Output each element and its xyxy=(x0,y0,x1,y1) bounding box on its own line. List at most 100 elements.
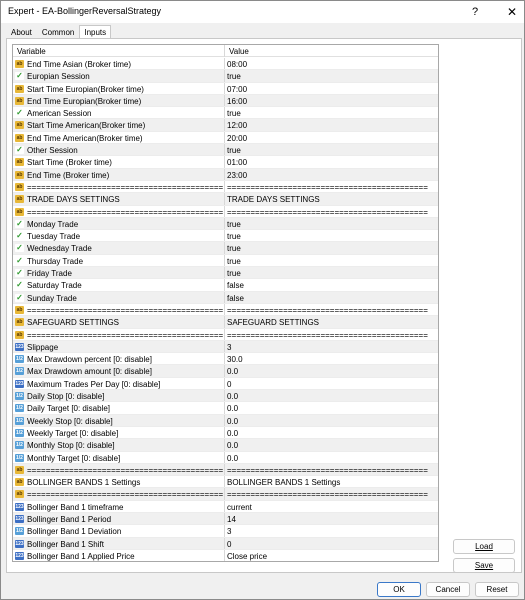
row-value-cell[interactable]: true xyxy=(227,72,431,81)
table-row[interactable]: ab Start Time (Broker time) 01:00 xyxy=(13,156,438,169)
table-row[interactable]: ✓ Europian Session true xyxy=(13,70,438,83)
row-value-cell[interactable]: false xyxy=(227,281,431,290)
table-row[interactable]: 1/2 Monthly Target [0: disable] 0.0 xyxy=(13,451,438,464)
row-value-cell[interactable]: 0.0 xyxy=(227,429,431,438)
row-value-cell[interactable]: 0.0 xyxy=(227,417,431,426)
table-row[interactable]: 1/2 Weekly Stop [0: disable] 0.0 xyxy=(13,414,438,427)
table-row[interactable]: ab ======================================… xyxy=(13,488,438,501)
table-row[interactable]: ab TRADE DAYS SETTINGS TRADE DAYS SETTINGS xyxy=(13,193,438,206)
tab-common[interactable]: Common xyxy=(37,25,79,39)
table-row[interactable]: 123 Bollinger Band 1 Applied Price Close p… xyxy=(13,549,438,561)
row-value-cell[interactable]: ========================================… xyxy=(227,466,431,475)
row-value-cell[interactable]: true xyxy=(227,244,431,253)
table-row[interactable]: ab End Time Europian(Broker time) 16:00 xyxy=(13,94,438,108)
row-variable-name: Monthly Target [0: disable] xyxy=(27,453,121,463)
row-value-cell[interactable]: 0 xyxy=(227,540,431,549)
table-row[interactable]: 123 Bollinger Band 1 Shift 0 xyxy=(13,537,438,550)
row-value-cell[interactable]: 12:00 xyxy=(227,121,431,130)
row-value-cell[interactable]: 3 xyxy=(227,343,431,352)
table-row[interactable]: ✓ Friday Trade true xyxy=(13,267,438,280)
row-value-cell[interactable]: TRADE DAYS SETTINGS xyxy=(227,195,431,204)
row-value-cell[interactable]: 0.0 xyxy=(227,454,431,463)
row-value-cell[interactable]: true xyxy=(227,232,431,241)
table-row[interactable]: ab ======================================… xyxy=(13,180,438,194)
column-divider[interactable] xyxy=(224,45,225,57)
column-header-variable[interactable]: Variable xyxy=(17,47,46,56)
table-row[interactable]: ab Start Time Europian(Broker time) 07:00 xyxy=(13,82,438,95)
row-value-cell[interactable]: ========================================… xyxy=(227,306,431,315)
ok-button[interactable]: OK xyxy=(377,582,421,597)
row-value-cell[interactable]: true xyxy=(227,220,431,229)
row-value-cell[interactable]: 01:00 xyxy=(227,158,431,167)
cell-divider xyxy=(224,377,225,390)
table-row[interactable]: 1/2 Max Drawdown amount [0: disable] 0.0 xyxy=(13,365,438,378)
row-value-cell[interactable]: 0.0 xyxy=(227,367,431,376)
table-row[interactable]: 1/2 Bollinger Band 1 Deviation 3 xyxy=(13,525,438,538)
row-value-cell[interactable]: BOLLINGER BANDS 1 Settings xyxy=(227,478,431,487)
save-button[interactable]: Save xyxy=(453,558,515,573)
row-value-cell[interactable]: 0 xyxy=(227,380,431,389)
table-row[interactable]: ab End Time (Broker time) 23:00 xyxy=(13,168,438,181)
bool-param-icon: ✓ xyxy=(15,268,24,278)
table-row[interactable]: ✓ Thursday Trade true xyxy=(13,254,438,268)
table-row[interactable]: ab ======================================… xyxy=(13,463,438,477)
table-row[interactable]: ab SAFEGUARD SETTINGS SAFEGUARD SETTINGS xyxy=(13,316,438,329)
table-row[interactable]: 1/2 Daily Target [0: disable] 0.0 xyxy=(13,402,438,415)
row-value-cell[interactable]: ========================================… xyxy=(227,490,431,499)
table-row[interactable]: 1/2 Max Drawdown percent [0: disable] 30.0 xyxy=(13,353,438,366)
reset-button[interactable]: Reset xyxy=(475,582,519,597)
help-button[interactable]: ? xyxy=(464,3,486,21)
tab-inputs[interactable]: Inputs xyxy=(79,25,112,39)
table-row[interactable]: 1/2 Daily Stop [0: disable] 0.0 xyxy=(13,390,438,403)
row-value-cell[interactable]: true xyxy=(227,146,431,155)
column-header-value[interactable]: Value xyxy=(229,47,249,56)
row-value-cell[interactable]: 08:00 xyxy=(227,60,431,69)
cancel-button[interactable]: Cancel xyxy=(426,582,470,597)
close-icon[interactable]: ✕ xyxy=(501,3,523,21)
row-value-cell[interactable]: 14 xyxy=(227,515,431,524)
row-value-cell[interactable]: 23:00 xyxy=(227,171,431,180)
row-value-cell[interactable]: true xyxy=(227,109,431,118)
row-value-cell[interactable]: 0.0 xyxy=(227,392,431,401)
table-row[interactable]: 1/2 Weekly Target [0: disable] 0.0 xyxy=(13,426,438,440)
row-value-cell[interactable]: 16:00 xyxy=(227,97,431,106)
table-row[interactable]: 123 Maximum Trades Per Day [0: disable] 0 xyxy=(13,377,438,391)
table-row[interactable]: ab BOLLINGER BANDS 1 Settings BOLLINGER BA… xyxy=(13,476,438,489)
load-button[interactable]: Load xyxy=(453,539,515,554)
table-row[interactable]: ab ======================================… xyxy=(13,328,438,341)
row-value-cell[interactable]: 3 xyxy=(227,527,431,536)
table-row[interactable]: ab ======================================… xyxy=(13,303,438,317)
table-row[interactable]: ✓ Other Session true xyxy=(13,144,438,157)
table-row[interactable]: ✓ American Session true xyxy=(13,107,438,120)
table-row[interactable]: ab ======================================… xyxy=(13,205,438,218)
row-variable-name: End Time American(Broker time) xyxy=(27,133,143,143)
row-value-cell[interactable]: ========================================… xyxy=(227,331,431,340)
tab-about[interactable]: About xyxy=(6,25,37,39)
table-row[interactable]: ✓ Wednesday Trade true xyxy=(13,242,438,255)
table-row[interactable]: ab End Time American(Broker time) 20:00 xyxy=(13,131,438,145)
row-value-cell[interactable]: 20:00 xyxy=(227,134,431,143)
row-value-cell[interactable]: Close price xyxy=(227,552,431,561)
table-row[interactable]: ✓ Saturday Trade false xyxy=(13,279,438,292)
table-row[interactable]: 1/2 Monthly Stop [0: disable] 0.0 xyxy=(13,439,438,452)
table-row[interactable]: ✓ Tuesday Trade true xyxy=(13,230,438,243)
row-value-cell[interactable]: true xyxy=(227,257,431,266)
row-value-cell[interactable]: ========================================… xyxy=(227,183,431,192)
row-value-cell[interactable]: ========================================… xyxy=(227,208,431,217)
string-param-icon: ab xyxy=(15,318,24,327)
row-value-cell[interactable]: 30.0 xyxy=(227,355,431,364)
row-value-cell[interactable]: 0.0 xyxy=(227,441,431,450)
table-row[interactable]: ab End Time Asian (Broker time) 08:00 xyxy=(13,58,438,71)
row-value-cell[interactable]: 0.0 xyxy=(227,404,431,413)
row-value-cell[interactable]: SAFEGUARD SETTINGS xyxy=(227,318,431,327)
row-value-cell[interactable]: true xyxy=(227,269,431,278)
table-row[interactable]: ✓ Sunday Trade false xyxy=(13,291,438,304)
table-row[interactable]: ab Start Time American(Broker time) 12:00 xyxy=(13,119,438,132)
table-row[interactable]: 123 Slippage 3 xyxy=(13,340,438,354)
table-row[interactable]: 123 Bollinger Band 1 timeframe current xyxy=(13,500,438,513)
row-value-cell[interactable]: false xyxy=(227,294,431,303)
table-row[interactable]: ✓ Monday Trade true xyxy=(13,217,438,231)
table-row[interactable]: 123 Bollinger Band 1 Period 14 xyxy=(13,512,438,526)
row-value-cell[interactable]: current xyxy=(227,503,431,512)
row-value-cell[interactable]: 07:00 xyxy=(227,85,431,94)
